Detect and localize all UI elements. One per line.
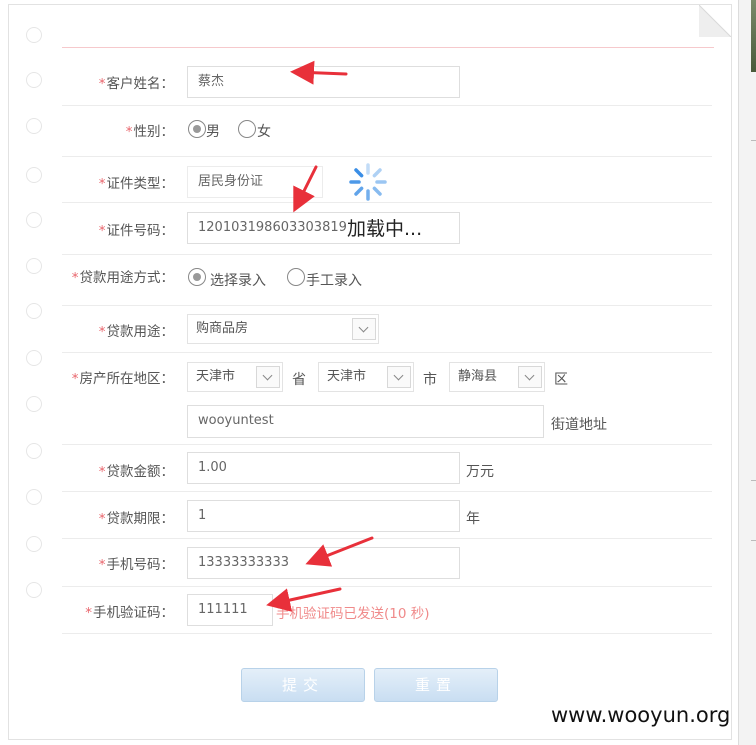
- chevron-down-icon: [518, 366, 542, 388]
- chevron-down-icon: [352, 318, 376, 340]
- province-unit: 省: [292, 372, 306, 388]
- purpose-manual-entry-radio[interactable]: [287, 268, 305, 286]
- loan-amount-unit: 万元: [466, 464, 494, 480]
- binder-ring: [26, 396, 42, 412]
- watermark-text: www.wooyun.org: [551, 703, 731, 727]
- purpose-select-entry-text: 选择录入: [210, 273, 266, 289]
- purpose-mode-label: *贷款用途方式：: [71, 270, 174, 286]
- gender-male-text: 男: [206, 124, 220, 140]
- street-address-unit: 街道地址: [551, 417, 607, 433]
- chevron-down-icon: [256, 366, 280, 388]
- loan-amount-label: *贷款金额：: [98, 464, 174, 480]
- strip-tick: [751, 540, 756, 541]
- loan-term-input[interactable]: 1: [187, 500, 460, 532]
- binder-ring: [26, 118, 42, 134]
- loan-purpose-label: *贷款用途：: [98, 324, 174, 340]
- background-window-strip: [738, 0, 756, 745]
- property-location-label: *房产所在地区：: [71, 371, 174, 387]
- customer-name-input[interactable]: 蔡杰: [187, 66, 460, 98]
- gender-female-text: 女: [257, 124, 271, 140]
- header-divider: [62, 47, 714, 48]
- district-value: 静海县: [458, 369, 498, 384]
- id-number-label: *证件号码：: [98, 223, 174, 239]
- strip-tick: [751, 480, 756, 481]
- gender-female-radio[interactable]: [238, 120, 256, 138]
- loan-term-unit: 年: [466, 511, 480, 527]
- loading-text: 加载中...: [347, 218, 423, 240]
- sms-sent-countdown: 手机验证码已发送(10 秒): [276, 606, 430, 622]
- binder-ring: [26, 443, 42, 459]
- page-curl-icon: [699, 5, 731, 37]
- strip-tick: [751, 140, 756, 141]
- mobile-label: *手机号码：: [98, 557, 174, 573]
- binder-ring: [26, 27, 42, 43]
- sms-code-input[interactable]: 111111: [187, 594, 273, 626]
- submit-button[interactable]: 提交: [241, 668, 365, 702]
- binder-ring: [26, 350, 42, 366]
- gender-male-radio[interactable]: [188, 120, 206, 138]
- binder-ring: [26, 167, 42, 183]
- loan-term-label: *贷款期限：: [98, 511, 174, 527]
- city-select[interactable]: 天津市: [318, 362, 414, 392]
- province-value: 天津市: [196, 369, 236, 384]
- binder-ring: [26, 212, 42, 228]
- id-type-label: *证件类型：: [98, 176, 174, 192]
- chevron-down-icon: [387, 366, 411, 388]
- gender-label: *性别：: [125, 124, 174, 140]
- binder-ring: [26, 303, 42, 319]
- sms-code-label: *手机验证码：: [85, 605, 174, 621]
- mobile-input[interactable]: 13333333333: [187, 547, 460, 579]
- customer-name-label: *客户姓名：: [98, 76, 174, 92]
- binder-ring: [26, 489, 42, 505]
- purpose-manual-entry-text: 手工录入: [306, 273, 362, 289]
- city-unit: 市: [423, 372, 437, 388]
- loan-amount-input[interactable]: 1.00: [187, 452, 460, 484]
- district-unit: 区: [554, 372, 568, 388]
- binder-ring: [26, 582, 42, 598]
- street-address-input[interactable]: wooyuntest: [187, 405, 544, 438]
- city-value: 天津市: [327, 369, 367, 384]
- province-select[interactable]: 天津市: [187, 362, 283, 392]
- id-type-select[interactable]: 居民身份证: [187, 166, 323, 198]
- loading-spinner-icon: [349, 163, 387, 201]
- binder-ring: [26, 72, 42, 88]
- district-select[interactable]: 静海县: [449, 362, 545, 392]
- loan-purpose-value: 购商品房: [196, 321, 249, 336]
- purpose-select-entry-radio[interactable]: [188, 268, 206, 286]
- binder-ring: [26, 258, 42, 274]
- reset-button[interactable]: 重置: [374, 668, 498, 702]
- binder-ring: [26, 536, 42, 552]
- loan-purpose-select[interactable]: 购商品房: [187, 314, 379, 344]
- background-image-fragment: [751, 0, 756, 72]
